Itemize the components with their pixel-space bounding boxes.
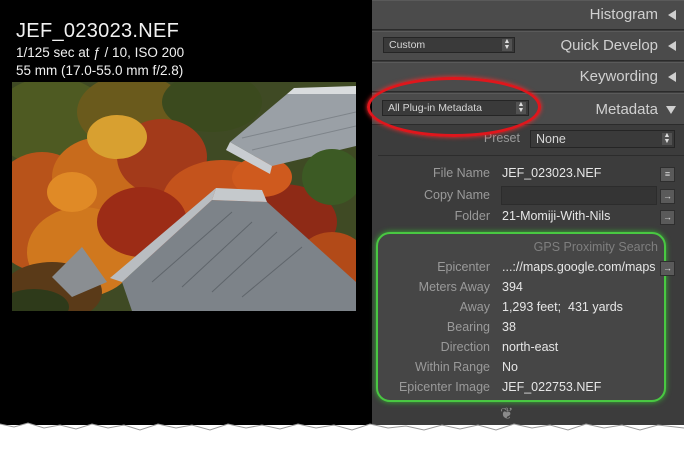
collapse-triangle-icon: [668, 10, 676, 20]
epicenter-image-label: Epicenter Image: [398, 380, 490, 394]
direction-value: north-east: [502, 340, 559, 354]
photo-preview-area: JEF_023023.NEF 1/125 sec at ƒ / 10, ISO …: [0, 0, 372, 425]
gps-section-title: GPS Proximity Search: [533, 240, 658, 254]
exposure-info: 1/125 sec at ƒ / 10, ISO 200: [16, 45, 185, 60]
away-value: 1,293 feet; 431 yards: [502, 300, 623, 314]
updown-arrows-icon: ▲ ▼: [662, 132, 672, 145]
copy-name-field[interactable]: [501, 186, 657, 205]
within-range-label: Within Range: [414, 360, 490, 374]
lens-info: 55 mm (17.0-55.0 mm f/2.8): [16, 63, 184, 78]
gps-highlight-box: [376, 232, 666, 402]
divider: [378, 155, 684, 156]
quick-develop-preset-value: Custom: [389, 39, 426, 51]
copy-name-label: Copy Name: [424, 188, 490, 202]
metadata-preset-dropdown[interactable]: None ▲ ▼: [530, 130, 675, 148]
away-label: Away: [459, 300, 490, 314]
folder-value: 21-Momiji-With-Nils: [502, 209, 611, 223]
quick-develop-preset-dropdown[interactable]: Custom ▲ ▼: [383, 37, 515, 53]
arrow-right-icon[interactable]: →: [660, 189, 675, 204]
red-highlight-oval: [367, 77, 541, 137]
metadata-preset-value: None: [536, 132, 566, 146]
expand-triangle-icon: [666, 106, 676, 114]
collapse-triangle-icon: [668, 41, 676, 51]
file-name-label: File Name: [433, 166, 490, 180]
updown-arrows-icon: ▲ ▼: [502, 38, 512, 51]
list-icon[interactable]: ≡: [660, 167, 675, 182]
torn-edge-decoration: [0, 422, 684, 449]
arrow-right-icon[interactable]: →: [660, 261, 675, 276]
meters-away-label: Meters Away: [418, 280, 490, 294]
within-range-value: No: [502, 360, 518, 374]
folder-label: Folder: [454, 209, 490, 223]
epicenter-image-value: JEF_022753.NEF: [502, 380, 602, 394]
metadata-title: Metadata: [595, 101, 658, 118]
arrow-right-icon[interactable]: →: [660, 210, 675, 225]
meters-away-value: 394: [502, 280, 523, 294]
bearing-value: 38: [502, 320, 516, 334]
histogram-header[interactable]: Histogram: [372, 0, 684, 30]
collapse-triangle-icon: [668, 72, 676, 82]
quick-develop-title: Quick Develop: [560, 37, 658, 54]
photo-image[interactable]: [12, 82, 356, 311]
direction-label: Direction: [440, 340, 490, 354]
histogram-title: Histogram: [589, 6, 658, 23]
keywording-title: Keywording: [579, 68, 658, 85]
filename-title: JEF_023023.NEF: [16, 20, 180, 42]
file-name-value: JEF_023023.NEF: [502, 166, 602, 180]
epicenter-value: ...://maps.google.com/maps: [502, 260, 656, 274]
epicenter-label: Epicenter: [437, 260, 490, 274]
bearing-label: Bearing: [446, 320, 490, 334]
